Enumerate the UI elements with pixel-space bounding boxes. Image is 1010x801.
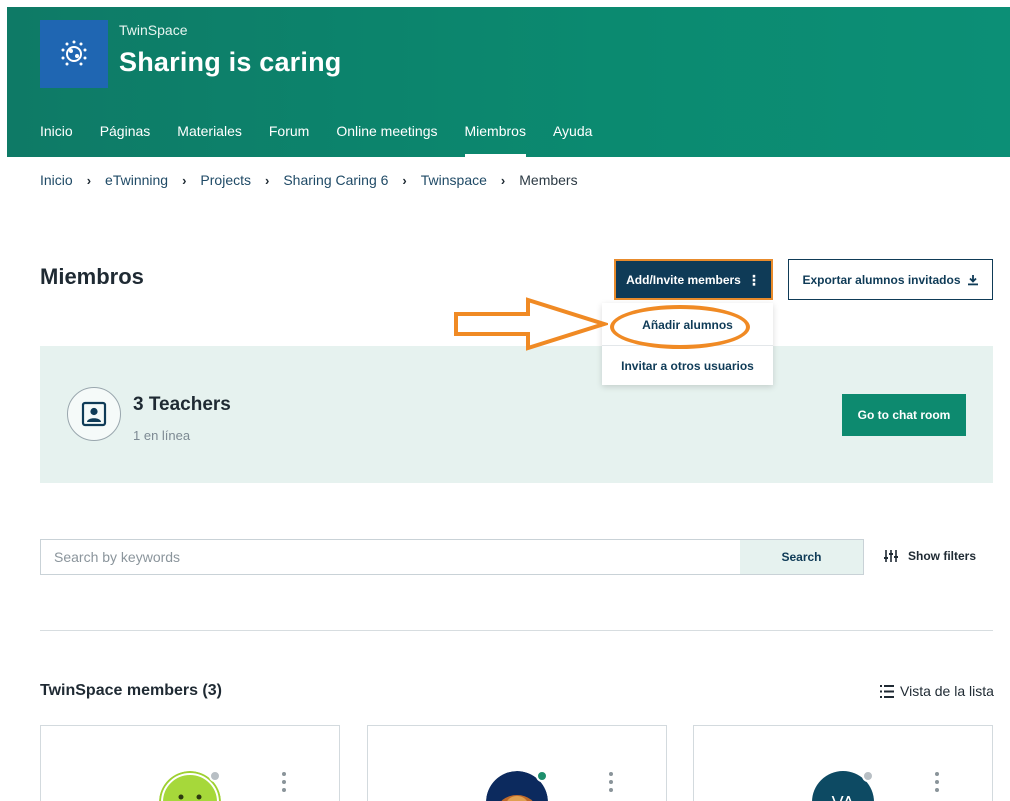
teachers-online: 1 en línea — [133, 428, 191, 443]
teachers-panel: 3 Teachers 1 en línea Go to chat room — [40, 346, 993, 483]
main-nav: Inicio Páginas Materiales Forum Online m… — [40, 123, 619, 157]
teachers-count[interactable]: 3 Teachers — [133, 394, 231, 416]
member-card[interactable] — [40, 725, 340, 801]
show-filters-label: Show filters — [908, 549, 977, 563]
menu-divider — [602, 345, 773, 346]
sliders-icon — [884, 550, 898, 562]
nav-forum[interactable]: Forum — [269, 123, 309, 157]
chevron-right-icon: › — [86, 172, 92, 188]
chevron-right-icon: › — [402, 172, 407, 188]
menu-item-invite-users[interactable]: Invitar a otros usuarios — [602, 359, 773, 373]
export-label: Exportar alumnos invitados — [802, 272, 961, 287]
add-invite-label: Add/Invite members — [626, 272, 741, 287]
annotation-arrow-icon — [454, 297, 608, 351]
search-bar: Search — [40, 539, 864, 575]
status-dot — [862, 770, 874, 782]
search-button[interactable]: Search — [740, 540, 863, 574]
space-title: Sharing is caring — [119, 47, 342, 77]
status-dot — [536, 770, 548, 782]
twinning-stars-icon — [61, 40, 87, 66]
members-section-title: TwinSpace members (3) — [40, 682, 222, 699]
list-view-toggle[interactable]: Vista de la lista — [880, 683, 994, 699]
brand-subtitle: TwinSpace — [119, 22, 188, 38]
card-menu-button[interactable] — [930, 772, 944, 792]
search-input[interactable] — [41, 540, 740, 574]
nav-online-meetings[interactable]: Online meetings — [336, 123, 437, 157]
breadcrumb-inicio[interactable]: Inicio — [40, 172, 73, 188]
nav-materiales[interactable]: Materiales — [177, 123, 242, 157]
page-title: Miembros — [40, 264, 144, 289]
chevron-right-icon: › — [265, 172, 270, 188]
twinspace-logo[interactable] — [40, 20, 108, 88]
show-filters-toggle[interactable]: Show filters — [884, 549, 976, 563]
nav-miembros[interactable]: Miembros — [464, 123, 527, 157]
list-view-label: Vista de la lista — [900, 683, 994, 699]
download-icon — [967, 274, 978, 285]
breadcrumb-twinspace[interactable]: Twinspace — [421, 172, 487, 188]
breadcrumb-etwinning[interactable]: eTwinning — [105, 172, 168, 188]
breadcrumb-members: Members — [519, 172, 578, 188]
member-card[interactable] — [367, 725, 667, 801]
list-icon — [880, 684, 894, 698]
go-to-chat-room-button[interactable]: Go to chat room — [842, 394, 966, 436]
site-header: TwinSpace Sharing is caring Inicio Págin… — [7, 7, 1010, 157]
menu-item-add-students[interactable]: Añadir alumnos — [602, 318, 773, 332]
add-members-dropdown: Añadir alumnos Invitar a otros usuarios — [602, 303, 773, 385]
avatar-initials: VA — [832, 793, 855, 801]
teacher-group-avatar — [67, 387, 121, 441]
breadcrumb-project[interactable]: Sharing Caring 6 — [283, 172, 388, 188]
member-card[interactable]: VA — [693, 725, 993, 801]
breadcrumb-projects[interactable]: Projects — [200, 172, 251, 188]
chevron-right-icon: › — [182, 172, 187, 188]
nav-paginas[interactable]: Páginas — [100, 123, 151, 157]
breadcrumb: Inicio › eTwinning › Projects › Sharing … — [40, 172, 578, 188]
section-divider — [40, 630, 993, 631]
card-menu-button[interactable] — [604, 772, 618, 792]
kebab-vertical-icon: ⋮ — [746, 271, 761, 288]
card-menu-button[interactable] — [277, 772, 291, 792]
nav-ayuda[interactable]: Ayuda — [553, 123, 592, 157]
status-dot — [209, 770, 221, 782]
nav-inicio[interactable]: Inicio — [40, 123, 73, 157]
chevron-right-icon: › — [500, 172, 506, 188]
contact-card-icon — [81, 401, 107, 427]
export-students-button[interactable]: Exportar alumnos invitados — [788, 259, 993, 300]
add-invite-members-button[interactable]: Add/Invite members ⋮ — [614, 259, 773, 300]
